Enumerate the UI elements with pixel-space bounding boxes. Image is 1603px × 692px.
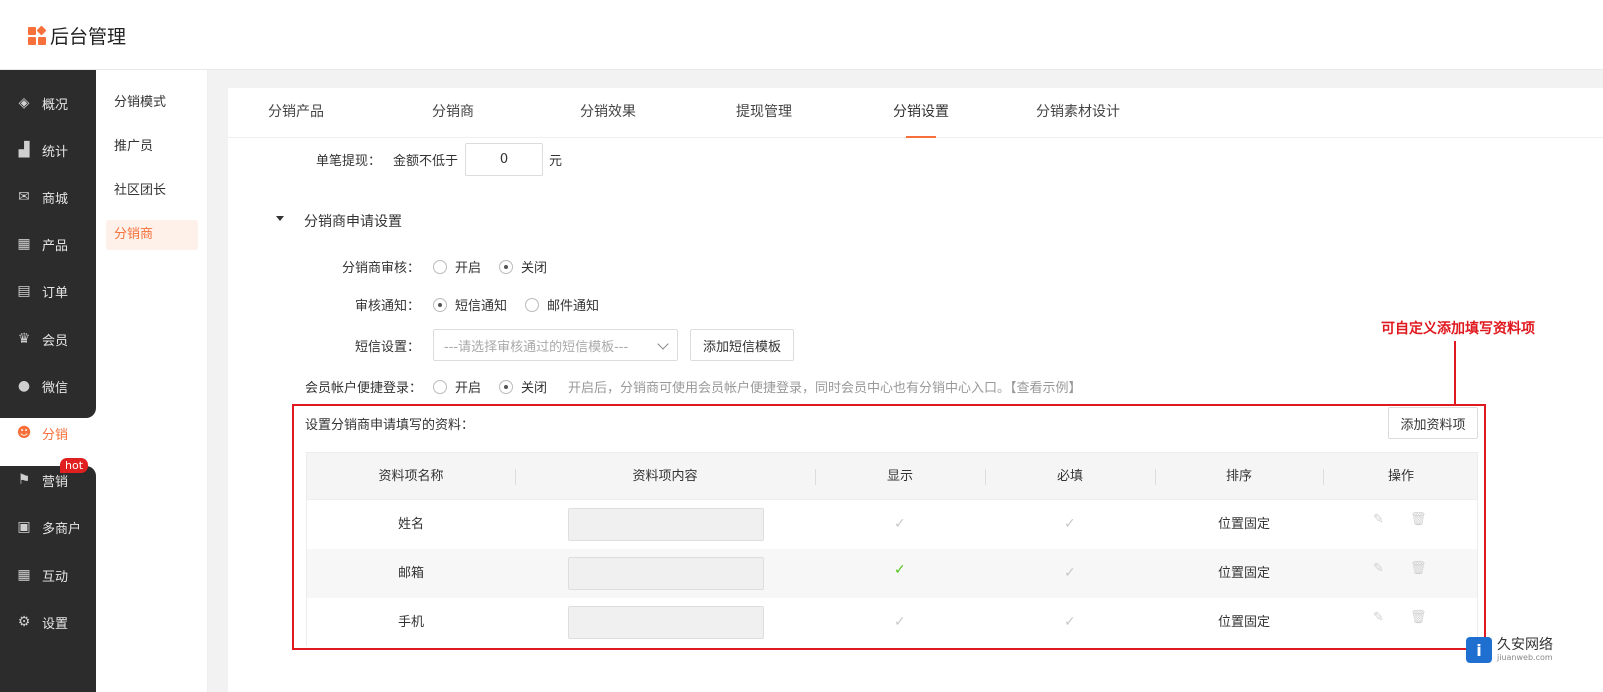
add-sms-template-button[interactable]: 添加短信模板: [690, 329, 794, 361]
mail-icon: ✉: [18, 189, 30, 205]
withdraw-unit: 元: [549, 154, 563, 169]
layers-icon: ◈: [18, 95, 30, 111]
review-label: 分销商审核：: [342, 261, 421, 276]
sidebar-item-interaction[interactable]: ▦ 互动: [0, 551, 96, 599]
sidebar-item-wechat[interactable]: ● 微信: [0, 362, 96, 410]
sidebar-item-marketing[interactable]: ⚑ 营销: [0, 456, 96, 504]
watermark-url: jiuanweb.com: [1497, 652, 1553, 662]
sidebar-item-orders[interactable]: ▤ 订单: [0, 267, 96, 315]
withdraw-min-label: 金额不低于: [393, 154, 459, 169]
sidebar-item-distribution[interactable]: ☻ 分销: [0, 409, 96, 457]
users-icon: ☻: [16, 425, 32, 441]
subnav-item-distribution-mode[interactable]: 分销模式: [106, 88, 198, 118]
chat-icon: ●: [17, 378, 31, 394]
annotation-pointer: [1454, 341, 1456, 406]
notify-email-radio[interactable]: 邮件通知: [525, 295, 599, 314]
collapse-caret-icon[interactable]: [276, 216, 284, 221]
watermark-name: 久安网络: [1497, 636, 1553, 653]
sidebar-item-settings[interactable]: ⚙ 设置: [0, 598, 96, 646]
radio-dot: [433, 297, 447, 312]
sidebar-item-stats[interactable]: ▟ 统计: [0, 126, 96, 174]
watermark-logo-icon: i: [1466, 637, 1492, 663]
grid-icon: ▦: [17, 236, 31, 252]
tab-material-design[interactable]: 分销素材设计: [1036, 88, 1120, 138]
quick-login-label: 会员帐户便捷登录：: [305, 381, 423, 396]
crown-icon: ♛: [17, 331, 31, 347]
subnav-item-promoters[interactable]: 推广员: [106, 132, 198, 162]
logo-icon: [28, 25, 47, 45]
tab-distribution-settings[interactable]: 分销设置: [893, 88, 949, 138]
withdraw-amount-input[interactable]: 0: [465, 143, 543, 176]
tab-distribution-products[interactable]: 分销产品: [268, 88, 324, 138]
quick-login-close-radio[interactable]: 关闭: [499, 377, 547, 396]
notify-sms-radio[interactable]: 短信通知: [433, 295, 507, 314]
section-title: 分销商申请设置: [304, 214, 402, 230]
subnav-item-distributors[interactable]: 分销商: [106, 220, 198, 250]
sidebar-item-members[interactable]: ♛ 会员: [0, 315, 96, 363]
radio-dot: [433, 259, 447, 274]
apps-icon: ▦: [17, 567, 31, 583]
order-icon: ▤: [17, 283, 31, 299]
tab-distributors[interactable]: 分销商: [432, 88, 474, 138]
radio-dot: [433, 379, 447, 394]
secondary-sidebar: 分销模式 推广员 社区团长 分销商: [96, 70, 208, 692]
tab-withdraw-management[interactable]: 提现管理: [736, 88, 792, 138]
sidebar-item-products[interactable]: ▦ 产品: [0, 220, 96, 268]
sms-template-select[interactable]: ---请选择审核通过的短信模板---: [433, 329, 678, 361]
radio-dot: [525, 297, 539, 312]
watermark: i 久安网络 jiuanweb.com: [1466, 637, 1553, 663]
quick-login-open-radio[interactable]: 开启: [433, 377, 481, 396]
main-sidebar: ◈ 概况 ▟ 统计 ✉ 商城 ▦ 产品 ▤ 订单 ♛ 会员 ● 微信 ☻ 分销 …: [0, 70, 96, 692]
quick-login-hint: 开启后，分销商可使用会员帐户便捷登录，同时会员中心也有分销中心入口。【查看示例】: [568, 381, 1082, 396]
tab-bar: 分销产品 分销商 分销效果 提现管理 分销设置 分销素材设计: [228, 88, 1603, 138]
sidebar-item-overview[interactable]: ◈ 概况: [0, 79, 96, 127]
sidebar-item-mall[interactable]: ✉ 商城: [0, 173, 96, 221]
flag-icon: ⚑: [17, 472, 31, 488]
sidebar-item-multi-merchant[interactable]: ▣ 多商户: [0, 503, 96, 551]
annotation-label: 可自定义添加填写资料项: [1381, 321, 1535, 337]
radio-dot: [499, 259, 513, 274]
app-logo[interactable]: 后台管理: [28, 22, 126, 49]
review-open-radio[interactable]: 开启: [433, 257, 481, 276]
chevron-down-icon: [657, 338, 669, 350]
withdraw-label: 单笔提现：: [316, 154, 382, 169]
store-icon: ▣: [17, 519, 31, 535]
app-title: 后台管理: [50, 26, 127, 48]
bar-chart-icon: ▟: [18, 142, 30, 158]
gear-icon: ⚙: [17, 614, 31, 630]
notify-label: 审核通知：: [355, 299, 421, 314]
radio-dot: [499, 379, 513, 394]
review-close-radio[interactable]: 关闭: [499, 257, 547, 276]
subnav-item-community-leader[interactable]: 社区团长: [106, 176, 198, 206]
annotation-frame: [292, 404, 1486, 650]
top-bar: 后台管理: [0, 0, 1603, 70]
sms-label: 短信设置：: [355, 340, 421, 355]
tab-distribution-effect[interactable]: 分销效果: [580, 88, 636, 138]
